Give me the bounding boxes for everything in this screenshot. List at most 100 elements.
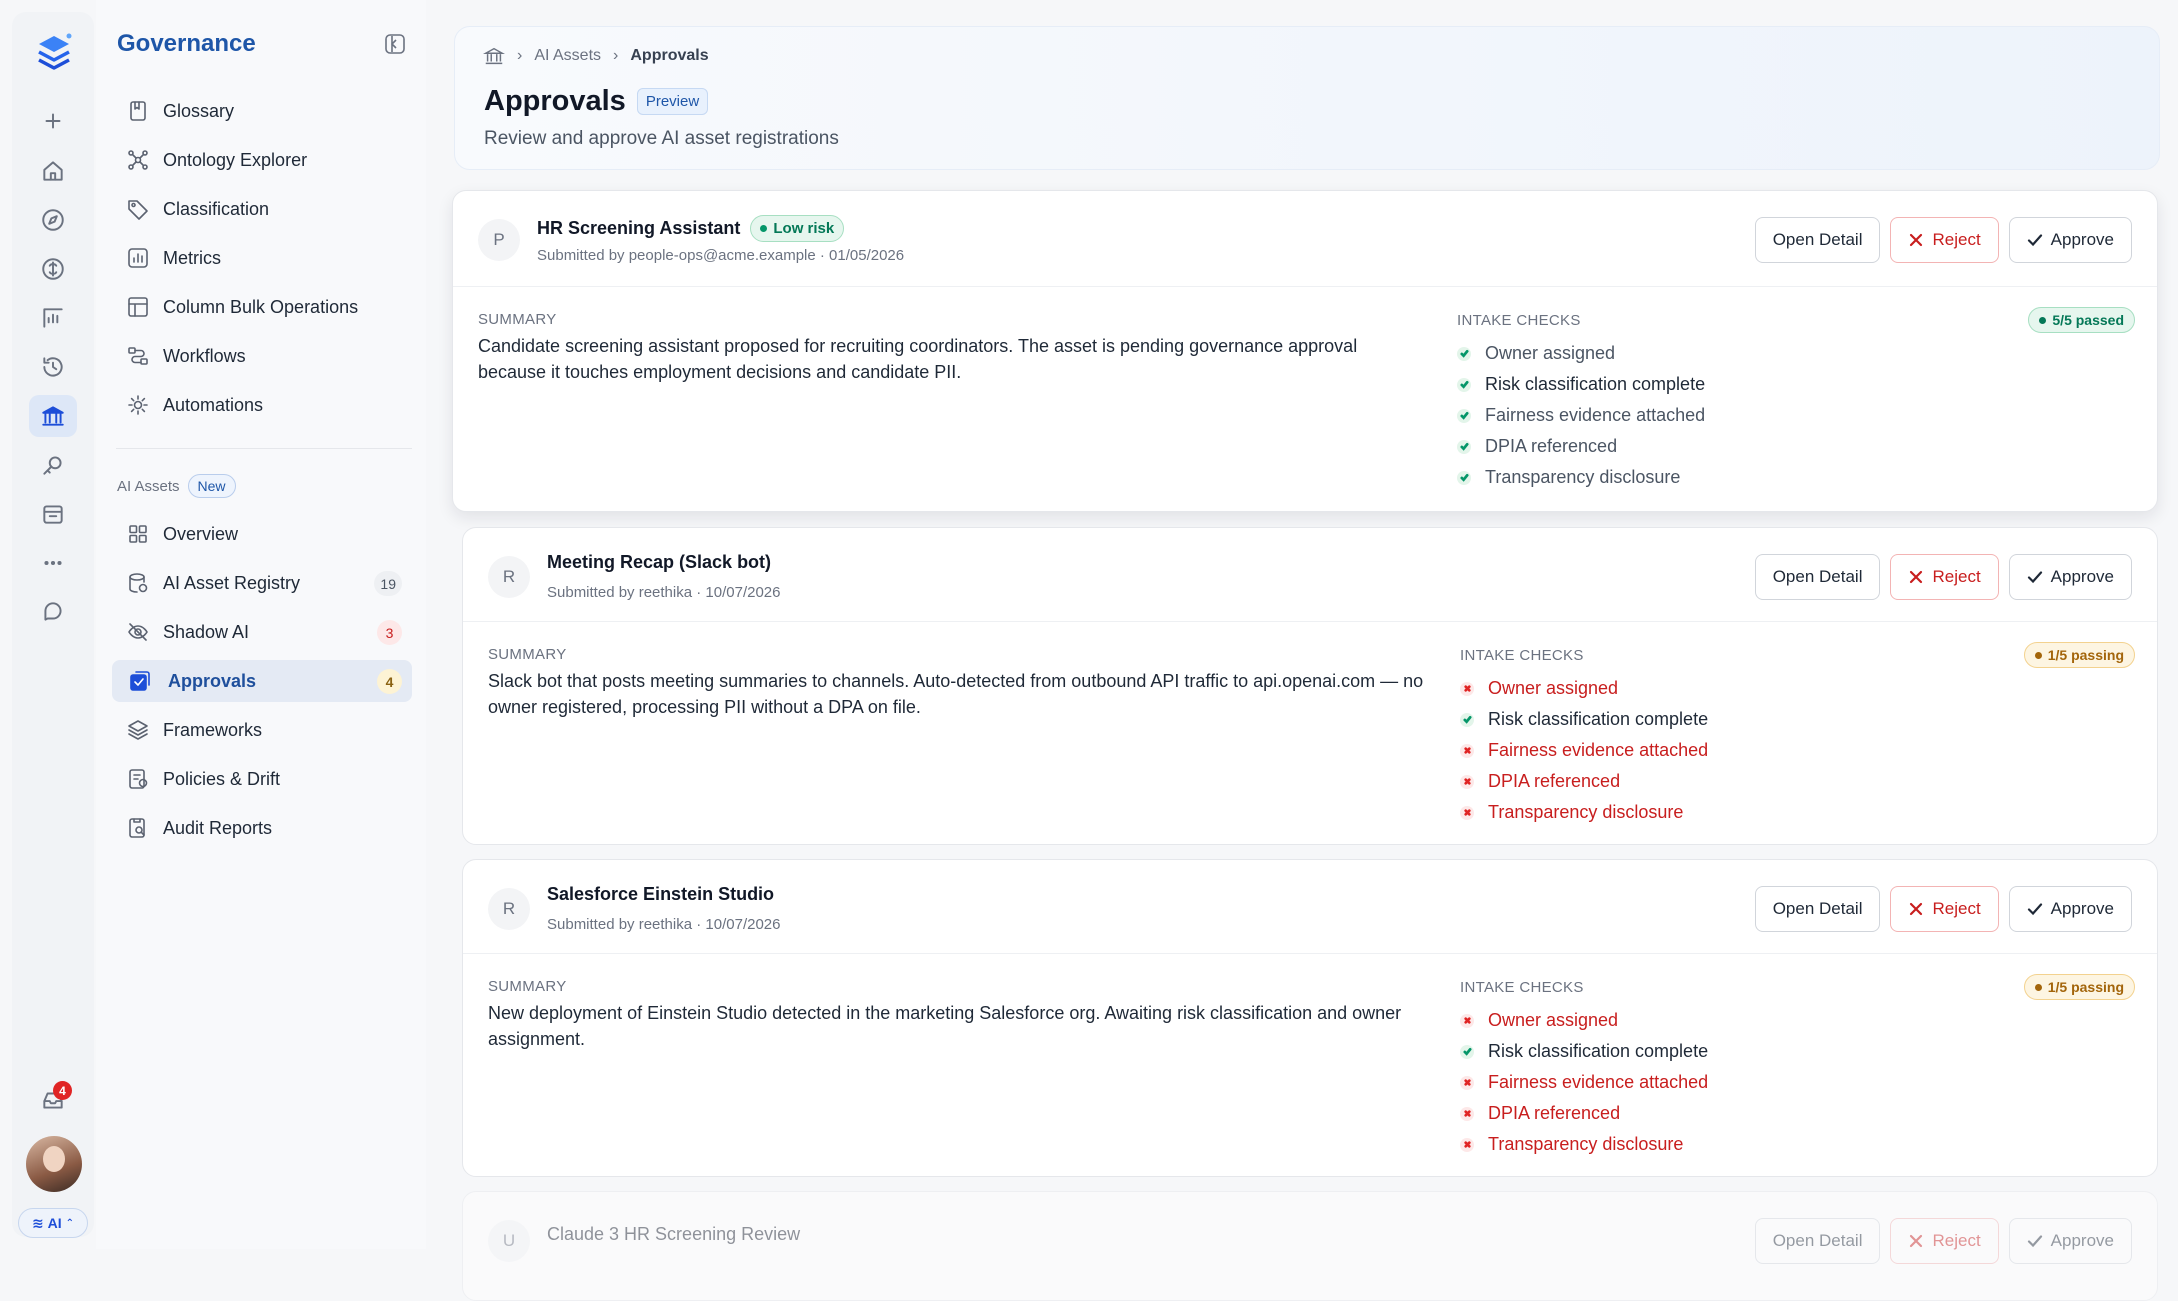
card-title-row: Salesforce Einstein Studio bbox=[547, 884, 774, 905]
open-detail-button[interactable]: Open Detail bbox=[1754, 554, 1881, 600]
breadcrumb-ai-assets[interactable]: AI Assets bbox=[534, 47, 601, 65]
inbox-icon[interactable]: 4 bbox=[29, 1079, 77, 1121]
eye-off-icon bbox=[126, 620, 150, 644]
check-icon bbox=[2027, 903, 2042, 916]
reject-button[interactable]: Reject bbox=[1890, 1218, 1999, 1264]
open-detail-label: Open Detail bbox=[1772, 1231, 1863, 1250]
approval-card: P HR Screening Assistant Low risk Submit… bbox=[452, 190, 2158, 512]
close-icon bbox=[1910, 902, 1923, 916]
open-detail-button[interactable]: Open Detail bbox=[1754, 886, 1881, 932]
card-actions: Open Detail Reject Approve bbox=[1754, 217, 2132, 263]
history-icon[interactable] bbox=[29, 346, 77, 388]
page-subtitle: Review and approve AI asset registration… bbox=[484, 128, 839, 149]
reject-label: Reject bbox=[1932, 567, 1981, 586]
close-icon bbox=[1910, 233, 1923, 247]
sidebar-item-audit-reports[interactable]: Audit Reports bbox=[112, 807, 412, 849]
approve-button[interactable]: Approve bbox=[2008, 554, 2132, 600]
chart-icon bbox=[126, 246, 150, 270]
more-icon[interactable] bbox=[29, 542, 77, 584]
approve-button[interactable]: Approve bbox=[2008, 886, 2132, 932]
calendar-icon[interactable] bbox=[29, 493, 77, 535]
check-pass-icon bbox=[1457, 346, 1471, 361]
reject-button[interactable]: Reject bbox=[1890, 886, 1999, 932]
sidebar-item-label: Ontology Explorer bbox=[163, 149, 308, 170]
ai-assistant-toggle[interactable]: ≋ AI ⌃ bbox=[18, 1208, 88, 1238]
check-item: Transparency disclosure bbox=[1460, 1129, 1708, 1160]
check-item: Transparency disclosure bbox=[1457, 462, 1705, 493]
check-label: Risk classification complete bbox=[1485, 374, 1706, 394]
page-title: Approvals bbox=[484, 85, 626, 117]
section-label-text: AI Assets bbox=[117, 477, 180, 495]
open-detail-button[interactable]: Open Detail bbox=[1754, 217, 1881, 263]
brain-icon[interactable] bbox=[29, 248, 77, 290]
sidebar-item-ai-asset-registry[interactable]: AI Asset Registry 19 bbox=[112, 562, 412, 604]
sidebar-item-automations[interactable]: Automations bbox=[112, 384, 412, 426]
check-fail-icon bbox=[1460, 774, 1474, 789]
approval-card: R Meeting Recap (Slack bot) Submitted by… bbox=[462, 527, 2158, 845]
check-label: Owner assigned bbox=[1488, 678, 1619, 698]
reject-button[interactable]: Reject bbox=[1890, 554, 1999, 600]
sidebar-item-approvals[interactable]: Approvals 4 bbox=[112, 660, 412, 702]
sidebar-title: Governance bbox=[117, 30, 256, 57]
sidebar-item-glossary[interactable]: Glossary bbox=[112, 90, 412, 132]
close-icon bbox=[1910, 570, 1923, 584]
intake-checks-label: INTAKE CHECKS bbox=[1460, 647, 1584, 664]
governance-icon[interactable] bbox=[29, 395, 77, 437]
tools-icon[interactable] bbox=[29, 444, 77, 486]
sidebar-item-shadow-ai[interactable]: Shadow AI 3 bbox=[112, 611, 412, 653]
check-pass-icon bbox=[1457, 408, 1471, 423]
summary-label: SUMMARY bbox=[478, 311, 557, 328]
home-icon[interactable] bbox=[29, 150, 77, 192]
reject-label: Reject bbox=[1932, 1231, 1981, 1250]
asset-title: HR Screening Assistant bbox=[537, 218, 741, 238]
sidebar-item-classification[interactable]: Classification bbox=[112, 188, 412, 230]
card-header: R Salesforce Einstein Studio Submitted b… bbox=[463, 860, 2157, 954]
sidebar-item-frameworks[interactable]: Frameworks bbox=[112, 709, 412, 751]
reject-label: Reject bbox=[1932, 899, 1981, 918]
page-title-row: Approvals Preview bbox=[484, 85, 709, 118]
check-label: Fairness evidence attached bbox=[1488, 740, 1709, 760]
compass-icon[interactable] bbox=[29, 199, 77, 241]
sidebar-item-workflows[interactable]: Workflows bbox=[112, 335, 412, 377]
user-avatar[interactable] bbox=[26, 1136, 82, 1192]
shadow-ai-count: 3 bbox=[377, 620, 402, 645]
approve-button[interactable]: Approve bbox=[2008, 217, 2132, 263]
audit-icon bbox=[126, 816, 150, 840]
grid-icon bbox=[126, 522, 150, 546]
sidebar-item-label: Workflows bbox=[163, 345, 246, 366]
sidebar-item-policies-drift[interactable]: Policies & Drift bbox=[112, 758, 412, 800]
check-label: Fairness evidence attached bbox=[1488, 1072, 1709, 1092]
summary-label: SUMMARY bbox=[488, 646, 567, 663]
check-item: DPIA referenced bbox=[1457, 431, 1705, 462]
app-logo-icon[interactable] bbox=[31, 30, 77, 76]
reject-button[interactable]: Reject bbox=[1890, 217, 1999, 263]
check-label: Fairness evidence attached bbox=[1485, 405, 1706, 425]
breadcrumb: › AI Assets › Approvals bbox=[483, 45, 709, 67]
chat-icon[interactable] bbox=[29, 591, 77, 633]
check-item: Fairness evidence attached bbox=[1460, 735, 1708, 766]
sidebar-item-column-bulk-operations[interactable]: Column Bulk Operations bbox=[112, 286, 412, 328]
workflow-icon bbox=[126, 344, 150, 368]
layers-icon bbox=[126, 718, 150, 742]
check-item: Risk classification complete bbox=[1460, 704, 1708, 735]
check-item: DPIA referenced bbox=[1460, 1098, 1708, 1129]
governance-home-icon[interactable] bbox=[483, 45, 505, 67]
card-header: P HR Screening Assistant Low risk Submit… bbox=[453, 191, 2157, 287]
check-label: Risk classification complete bbox=[1488, 709, 1709, 729]
check-icon bbox=[2027, 234, 2042, 247]
analytics-icon[interactable] bbox=[29, 297, 77, 339]
approvals-count: 4 bbox=[377, 669, 402, 694]
check-item: Fairness evidence attached bbox=[1460, 1067, 1708, 1098]
check-item: Owner assigned bbox=[1460, 673, 1708, 704]
checks-status-badge: 1/5 passing bbox=[2023, 974, 2135, 1000]
card-header: R Meeting Recap (Slack bot) Submitted by… bbox=[463, 528, 2157, 622]
collapse-sidebar-icon[interactable] bbox=[383, 32, 407, 56]
icon-rail: 4 ≋ AI ⌃ bbox=[12, 12, 94, 1238]
approval-card: R Salesforce Einstein Studio Submitted b… bbox=[462, 859, 2158, 1177]
sidebar-item-metrics[interactable]: Metrics bbox=[112, 237, 412, 279]
plus-icon[interactable] bbox=[29, 100, 77, 142]
approve-button[interactable]: Approve bbox=[2008, 1218, 2132, 1264]
open-detail-button[interactable]: Open Detail bbox=[1754, 1218, 1881, 1264]
sidebar-item-overview[interactable]: Overview bbox=[112, 513, 412, 555]
sidebar-item-ontology-explorer[interactable]: Ontology Explorer bbox=[112, 139, 412, 181]
